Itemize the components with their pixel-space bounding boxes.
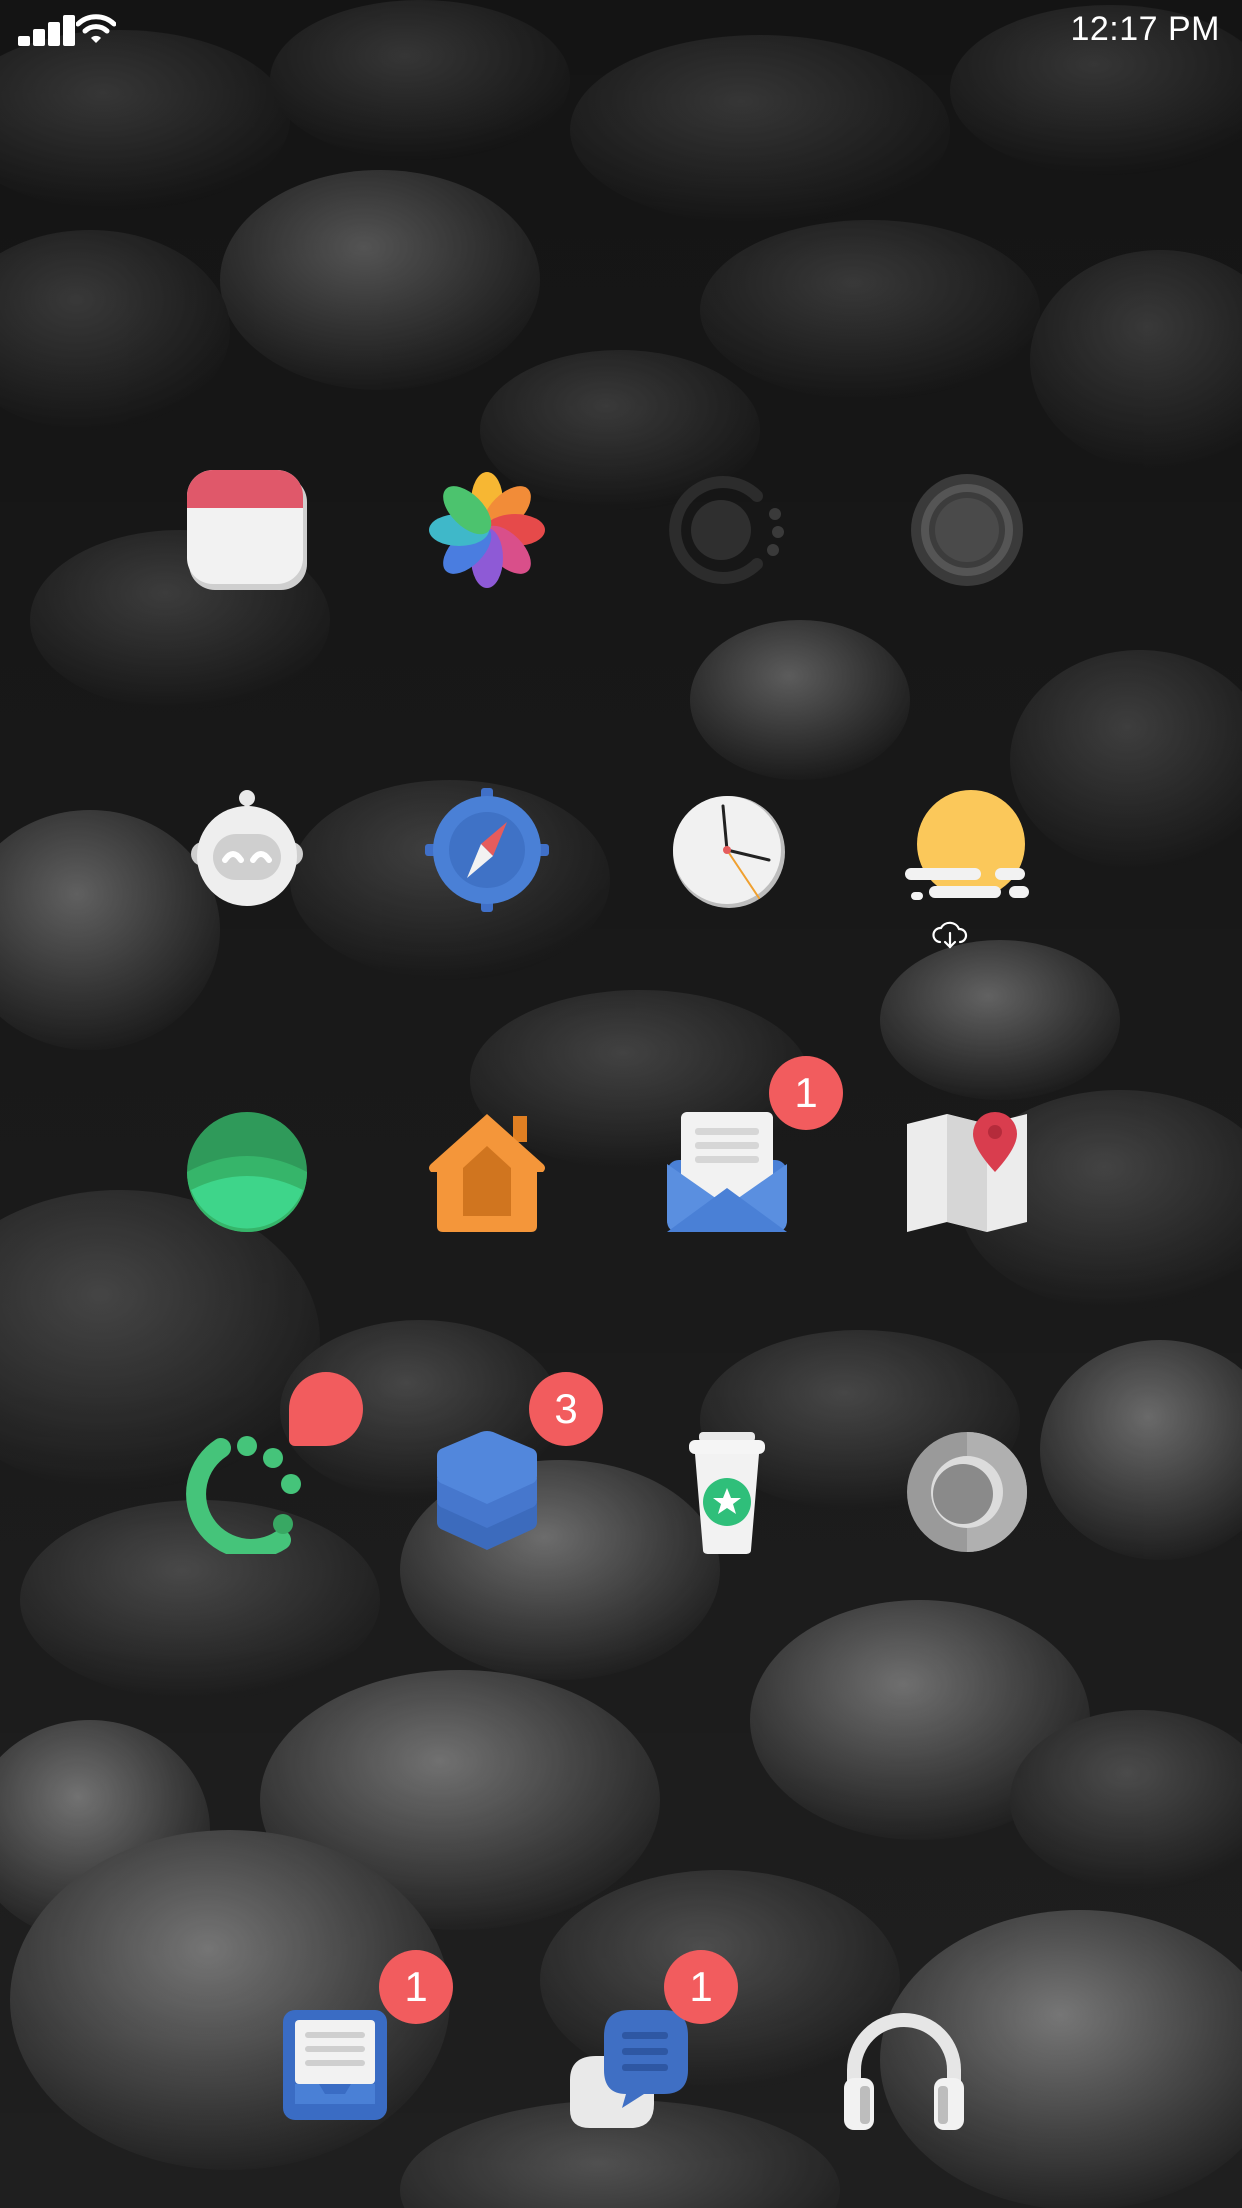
status-time: 12:17 PM bbox=[1070, 10, 1220, 48]
notification-badge: 1 bbox=[664, 1950, 738, 2024]
grey-ring-icon bbox=[911, 474, 1023, 586]
mail-app[interactable]: 1 bbox=[665, 1056, 843, 1234]
envelope-icon bbox=[667, 1112, 787, 1232]
coffee-cup-star-icon bbox=[689, 1432, 765, 1554]
wallpaper bbox=[0, 0, 1242, 2208]
clock-icon bbox=[673, 796, 785, 908]
calendar-app[interactable] bbox=[185, 468, 309, 592]
notification-badge: 1 bbox=[379, 1950, 453, 2024]
wifi-icon bbox=[76, 14, 116, 43]
icloud-download-icon bbox=[932, 921, 968, 949]
grey-disc-icon bbox=[907, 1432, 1027, 1552]
chat-bubbles-icon bbox=[570, 2010, 688, 2128]
notification-badge: 1 bbox=[769, 1056, 843, 1130]
coffee-app[interactable] bbox=[665, 1430, 789, 1554]
notification-badge: 3 bbox=[529, 1372, 603, 1446]
calendar-icon bbox=[187, 470, 307, 590]
dark-ring-dots-icon bbox=[669, 476, 784, 584]
compass-icon bbox=[425, 788, 549, 912]
robot-icon bbox=[191, 790, 303, 906]
green-dots-arc-icon bbox=[186, 1436, 301, 1554]
stacked-layers-icon bbox=[437, 1431, 537, 1550]
photos-app[interactable] bbox=[425, 468, 549, 592]
safari-app[interactable] bbox=[425, 788, 549, 912]
tray-document-icon bbox=[283, 2010, 387, 2120]
pinwheel-photos-icon bbox=[429, 472, 545, 588]
home-app[interactable] bbox=[425, 1110, 549, 1234]
robot-app[interactable] bbox=[185, 788, 309, 912]
maps-app[interactable] bbox=[905, 1110, 1029, 1234]
headphones-icon bbox=[844, 2013, 964, 2130]
green-circle-app[interactable] bbox=[185, 1110, 309, 1234]
clock-app[interactable] bbox=[665, 788, 789, 912]
green-circle-icon bbox=[187, 1112, 307, 1232]
weather-app[interactable] bbox=[905, 788, 1029, 912]
map-pin-icon bbox=[907, 1112, 1027, 1232]
notification-badge bbox=[289, 1372, 363, 1446]
headphones-app[interactable] bbox=[842, 2008, 966, 2132]
activity-app[interactable] bbox=[665, 468, 789, 592]
sun-cloud-icon bbox=[905, 790, 1029, 900]
layers-app[interactable]: 3 bbox=[425, 1372, 603, 1554]
loading-app[interactable] bbox=[185, 1372, 363, 1554]
status-bar: 12:17 PM bbox=[0, 0, 1242, 60]
house-icon bbox=[429, 1114, 545, 1232]
messages-app[interactable]: 1 bbox=[560, 1950, 738, 2140]
notes-app[interactable]: 1 bbox=[275, 1950, 453, 2140]
music-app[interactable] bbox=[905, 1430, 1029, 1554]
camera-app[interactable] bbox=[905, 468, 1029, 592]
